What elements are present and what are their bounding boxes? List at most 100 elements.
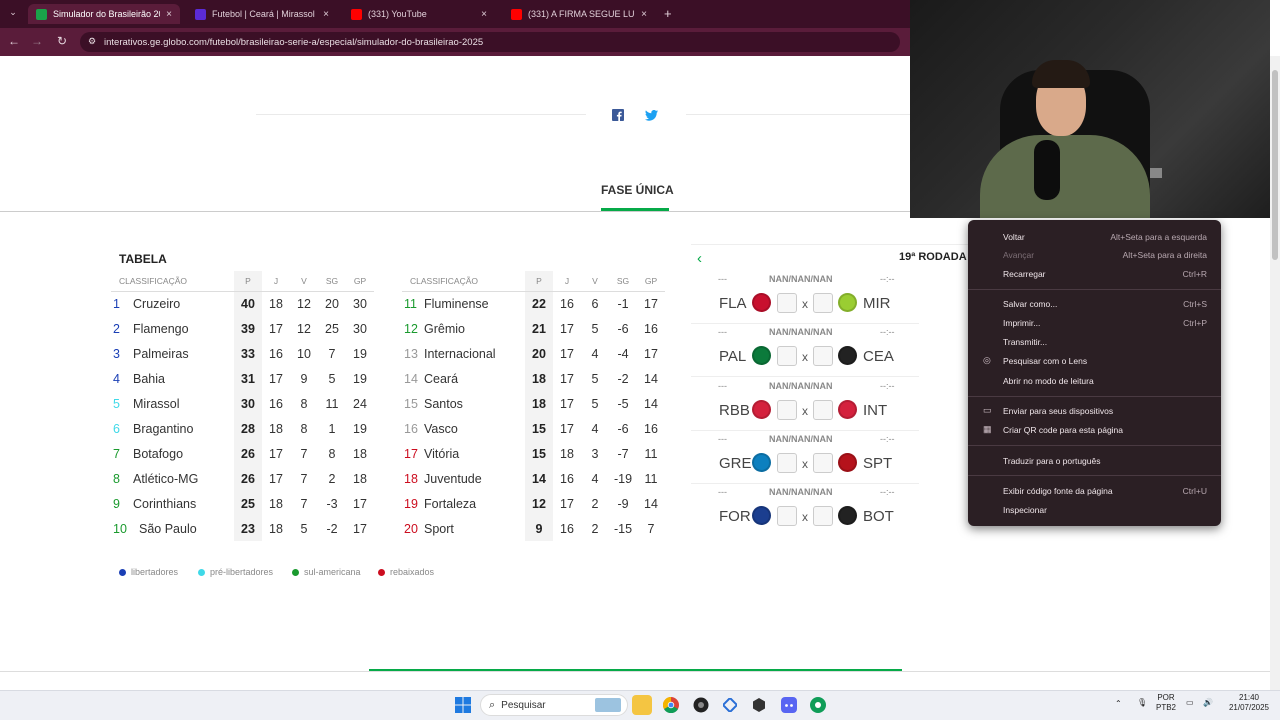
away-crest-icon — [838, 506, 857, 526]
team-wins: 4 — [591, 421, 599, 436]
team-wins: 9 — [300, 371, 308, 386]
table-row: 9 Corinthians 25 18 7 -3 17 — [111, 491, 374, 516]
context-menu-item[interactable]: Recarregar Ctrl+R — [968, 264, 1221, 283]
devices-icon: ▭ — [983, 405, 992, 415]
obs-icon[interactable] — [691, 695, 711, 715]
context-menu-item[interactable]: Imprimir... Ctrl+P — [968, 313, 1221, 332]
new-tab-button[interactable]: + — [664, 6, 672, 21]
team-goals-for: 14 — [644, 371, 658, 386]
browser-tab[interactable]: (331) YouTube × — [343, 4, 495, 24]
qr-icon: ▦ — [983, 424, 992, 434]
chrome-icon[interactable] — [661, 695, 681, 715]
context-menu-item[interactable]: Salvar como... Ctrl+S — [968, 294, 1221, 313]
volume-icon[interactable]: 🔊 — [1203, 698, 1213, 708]
home-crest-icon — [752, 399, 771, 419]
tab-close-icon[interactable]: × — [641, 9, 647, 20]
browser-tab[interactable]: (331) A FIRMA SEGUE LUCRAND × — [503, 4, 655, 24]
team-games: 18 — [269, 421, 283, 436]
match-venue: --- — [718, 327, 727, 338]
tab-close-icon[interactable]: × — [166, 9, 172, 20]
twitter-icon[interactable] — [644, 108, 658, 122]
home-score-input[interactable] — [777, 293, 797, 313]
legend-label: sul-americana — [304, 567, 361, 577]
team-name: São Paulo — [139, 521, 197, 536]
away-score-input[interactable] — [813, 452, 833, 473]
language-indicator[interactable]: POR PTB2 — [1156, 693, 1176, 713]
url-field[interactable]: ⚙ interativos.ge.globo.com/futebol/brasi… — [80, 32, 900, 52]
discord-icon[interactable] — [779, 695, 799, 715]
network-icon[interactable]: ▭ — [1186, 698, 1194, 708]
table-row: 15 Santos 18 17 5 -5 14 — [402, 391, 665, 416]
away-score-input[interactable] — [813, 506, 833, 527]
team-wins: 8 — [300, 421, 308, 436]
col-classificacao: CLASSIFICAÇÃO — [111, 271, 234, 292]
site-info-icon[interactable]: ⚙ — [88, 36, 96, 47]
home-score-input[interactable] — [777, 346, 797, 367]
windows-start-icon[interactable] — [453, 695, 473, 715]
away-score-input[interactable] — [813, 399, 833, 420]
browser-tab[interactable]: Simulador do Brasileirão 2025 | × — [28, 4, 180, 24]
team-position: 7 — [113, 446, 120, 461]
scrollbar-thumb[interactable] — [1272, 70, 1278, 260]
team-position: 5 — [113, 396, 120, 411]
reload-icon[interactable]: ↻ — [53, 34, 71, 48]
team-points: 12 — [525, 491, 553, 516]
context-menu-item[interactable]: Traduzir para o português — [968, 451, 1221, 470]
match-divider — [691, 323, 919, 324]
microphone-icon[interactable]: 🎙 — [1137, 698, 1147, 708]
table-row: 13 Internacional 20 17 4 -4 17 — [402, 341, 665, 366]
team-name: Bragantino — [133, 421, 194, 436]
team-games: 17 — [560, 346, 574, 361]
context-menu-item[interactable]: Transmitir... — [968, 332, 1221, 351]
facebook-icon[interactable] — [611, 108, 625, 122]
prev-round-icon[interactable]: ‹ — [697, 250, 702, 267]
team-goal-diff: -19 — [613, 471, 633, 486]
chrome-profile-icon[interactable] — [808, 695, 828, 715]
context-menu-item[interactable]: Voltar Alt+Seta para a esquerda — [968, 227, 1221, 246]
context-menu-item[interactable]: Exibir código fonte da página Ctrl+U — [968, 481, 1221, 500]
app-cube-icon[interactable] — [749, 695, 769, 715]
tab-close-icon[interactable]: × — [323, 9, 329, 20]
back-icon[interactable]: ← — [5, 34, 23, 48]
away-score-input[interactable] — [813, 346, 833, 367]
team-points: 15 — [525, 416, 553, 441]
home-score-input[interactable] — [777, 452, 797, 473]
away-crest-icon — [838, 399, 857, 419]
away-score-input[interactable] — [813, 293, 833, 313]
team-games: 17 — [560, 396, 574, 411]
team-wins: 12 — [297, 321, 311, 336]
context-menu-item[interactable]: Inspecionar — [968, 500, 1221, 519]
away-team-abbr: BOT — [863, 508, 894, 526]
team-wins: 10 — [297, 346, 311, 361]
team-goal-diff: 25 — [325, 321, 339, 336]
context-menu-item[interactable]: ▦ Criar QR code para esta página — [968, 420, 1221, 439]
forward-icon[interactable]: → — [28, 34, 46, 48]
tab-search-button[interactable]: ⌄ — [6, 7, 20, 21]
team-games: 17 — [560, 421, 574, 436]
table-row: 14 Ceará 18 17 5 -2 14 — [402, 366, 665, 391]
team-name: Palmeiras — [133, 346, 189, 361]
home-score-input[interactable] — [777, 506, 797, 527]
app-diamond-icon[interactable] — [720, 695, 740, 715]
context-menu-item[interactable]: ◎ Pesquisar com o Lens — [968, 351, 1221, 370]
team-name: Fluminense — [424, 296, 489, 311]
context-menu-item[interactable]: Abrir no modo de leitura — [968, 371, 1221, 390]
team-games: 17 — [269, 471, 283, 486]
browser-tab[interactable]: Futebol | Ceará | Mirassol 23/jul × — [187, 4, 337, 24]
home-crest-icon — [752, 506, 771, 526]
context-menu-label: Pesquisar com o Lens — [1003, 355, 1088, 366]
away-crest-icon — [838, 452, 857, 472]
home-score-input[interactable] — [777, 399, 797, 420]
team-points: 40 — [234, 291, 262, 316]
tray-overflow-icon[interactable]: ⌃ — [1115, 699, 1122, 709]
table-row: 19 Fortaleza 12 17 2 -9 14 — [402, 491, 665, 516]
clock[interactable]: 21:40 21/07/2025 — [1224, 693, 1274, 713]
context-menu-item[interactable]: ▭ Enviar para seus dispositivos — [968, 401, 1221, 420]
taskbar-search[interactable]: ⌕ Pesquisar — [480, 694, 628, 716]
team-goals-for: 19 — [353, 371, 367, 386]
tab-fase-unica[interactable]: FASE ÚNICA — [601, 183, 674, 197]
match-vs: x — [802, 403, 808, 418]
away-team-abbr: MIR — [863, 295, 891, 312]
tab-close-icon[interactable]: × — [481, 9, 487, 20]
file-explorer-icon[interactable] — [632, 695, 652, 715]
